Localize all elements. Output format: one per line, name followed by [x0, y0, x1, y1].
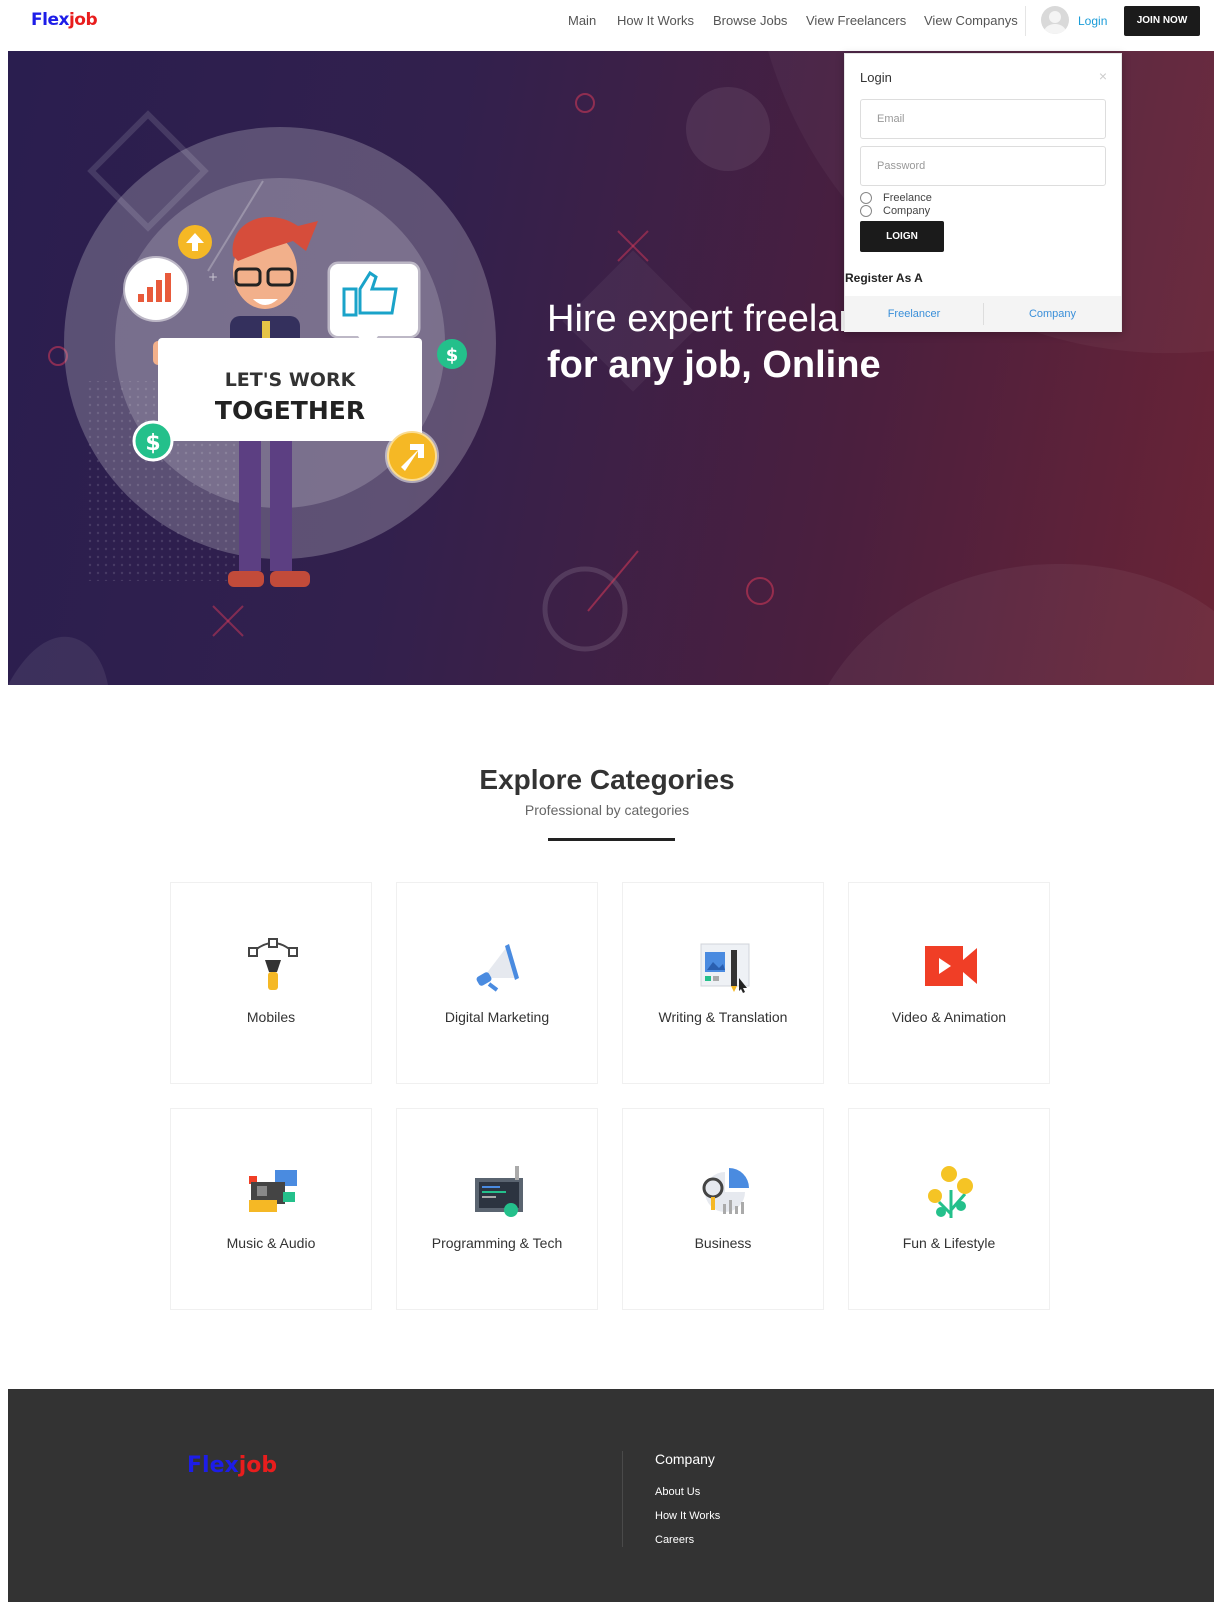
password-input[interactable]: Password [860, 146, 1106, 186]
nav-link-main[interactable]: Main [568, 13, 596, 28]
footer-link-about-us[interactable]: About Us [655, 1486, 700, 1498]
category-label: Music & Audio [226, 1235, 316, 1251]
programming-icon [475, 1166, 523, 1217]
category-card-video-animation[interactable]: Video & Animation [848, 882, 1050, 1084]
music-audio-icon [249, 1170, 297, 1212]
category-label: Mobiles [246, 1009, 296, 1025]
category-label: Business [694, 1235, 752, 1251]
category-label: Digital Marketing [444, 1009, 550, 1025]
category-card-business[interactable]: Business [622, 1108, 824, 1310]
category-card-programming-tech[interactable]: Programming & Tech [396, 1108, 598, 1310]
footer-logo[interactable]: Flexjob [187, 1453, 277, 1478]
footer-heading-company: Company [655, 1451, 715, 1467]
nav-link-view-companys[interactable]: View Companys [924, 13, 1018, 28]
hero-title-line2: for any job, Online [547, 344, 881, 386]
categories-underline [548, 838, 675, 841]
sign-text-line1: LET'S WORK [225, 369, 357, 391]
lightbulbs-icon [928, 1166, 973, 1218]
footer-link-how-it-works[interactable]: How It Works [655, 1510, 720, 1522]
category-card-fun-lifestyle[interactable]: Fun & Lifestyle [848, 1108, 1050, 1310]
megaphone-icon [476, 944, 519, 992]
category-label: Video & Animation [891, 1009, 1007, 1025]
role-option-company[interactable]: Company [860, 205, 930, 218]
register-tabs: Freelancer Company [845, 296, 1121, 332]
login-link[interactable]: Login [1078, 14, 1107, 28]
register-freelancer-link[interactable]: Freelancer [845, 296, 983, 332]
nav-link-view-freelancers[interactable]: View Freelancers [806, 13, 906, 28]
login-popup: Login × Email Password Freelance Company… [844, 53, 1122, 332]
nav-link-how-it-works[interactable]: How It Works [617, 13, 694, 28]
svg-text:$: $ [145, 431, 160, 456]
nav-divider [1025, 6, 1026, 36]
pen-tool-icon [248, 938, 298, 990]
role-option-freelance[interactable]: Freelance [860, 192, 932, 205]
footer-divider [622, 1451, 623, 1547]
category-card-digital-marketing[interactable]: Digital Marketing [396, 882, 598, 1084]
categories-subtitle: Professional by categories [524, 802, 690, 818]
writing-icon [700, 943, 750, 993]
register-label: Register As A [845, 271, 923, 285]
join-now-button[interactable]: JOIN NOW [1124, 6, 1200, 36]
footer: Flexjob Company About Us How It Works Ca… [8, 1389, 1214, 1602]
login-submit-button[interactable]: LOIGN [860, 221, 944, 252]
business-chart-icon [702, 1168, 749, 1214]
close-icon[interactable]: × [1099, 68, 1107, 84]
category-label: Writing & Translation [658, 1009, 788, 1025]
category-label: Fun & Lifestyle [902, 1235, 996, 1251]
svg-text:$: $ [446, 345, 459, 366]
category-card-music-audio[interactable]: Music & Audio [170, 1108, 372, 1310]
brand-logo[interactable]: Flexjob [31, 10, 98, 30]
categories-title: Explore Categories [479, 764, 735, 795]
email-input[interactable]: Email [860, 99, 1106, 139]
login-popup-title: Login [860, 70, 892, 85]
video-camera-icon [925, 946, 977, 986]
sign-text-line2: TOGETHER [215, 396, 365, 425]
category-card-writing-translation[interactable]: Writing & Translation [622, 882, 824, 1084]
footer-link-careers[interactable]: Careers [655, 1534, 694, 1546]
navbar: Flexjob Main How It Works Browse Jobs Vi… [0, 0, 1214, 50]
avatar-icon[interactable] [1041, 6, 1069, 34]
svg-text:+: + [208, 270, 218, 284]
nav-link-browse-jobs[interactable]: Browse Jobs [713, 13, 787, 28]
radio-freelance[interactable] [860, 192, 872, 205]
radio-company[interactable] [860, 205, 872, 218]
category-card-mobiles[interactable]: Mobiles [170, 882, 372, 1084]
category-label: Programming & Tech [431, 1235, 563, 1251]
register-company-link[interactable]: Company [984, 296, 1121, 332]
